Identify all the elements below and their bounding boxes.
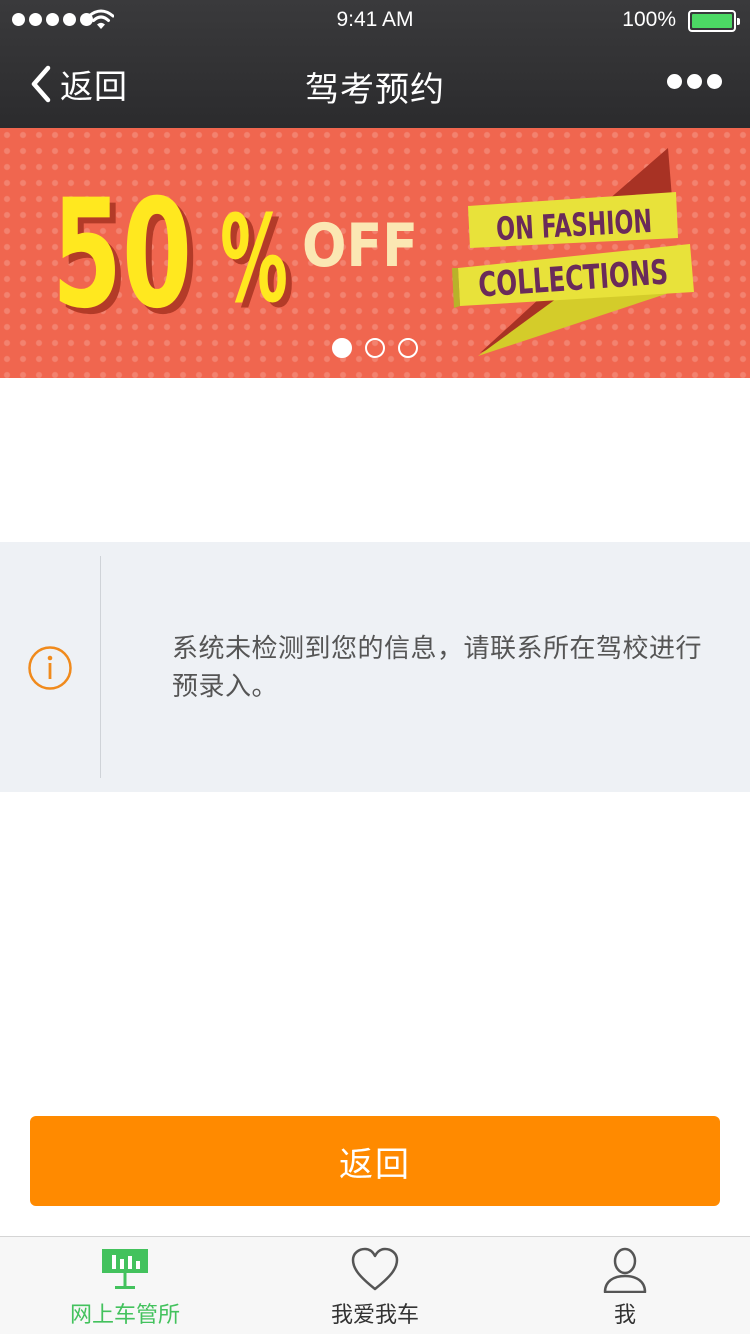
banner-number: 50 — [52, 168, 192, 342]
station-icon — [102, 1249, 148, 1289]
tab-me[interactable]: 我 — [500, 1237, 750, 1334]
battery-icon — [688, 10, 740, 32]
battery-percent: 100% — [622, 8, 676, 31]
carousel-dot[interactable] — [398, 338, 418, 358]
promo-banner[interactable]: 50 50 % % OFF ON FASHION COLLECTIONS — [0, 128, 750, 378]
tab-label: 网上车管所 — [69, 1303, 180, 1328]
heart-icon — [351, 1247, 399, 1291]
return-button[interactable]: 返回 — [30, 1116, 720, 1206]
info-notice: 系统未检测到您的信息，请联系所在驾校进行预录入。 — [0, 542, 750, 792]
carousel-dot[interactable] — [365, 338, 385, 358]
banner-off: OFF — [302, 211, 418, 281]
more-dot — [667, 74, 682, 89]
banner-percent: % — [220, 191, 288, 330]
top-bar: 9:41 AM 100% 返回 驾考预约 — [0, 0, 750, 128]
tab-label: 我 — [613, 1303, 636, 1328]
ribbon-line-1: ON FASHION — [495, 202, 653, 248]
tab-label: 我爱我车 — [330, 1303, 419, 1328]
more-dot — [687, 74, 702, 89]
more-dot — [707, 74, 722, 89]
info-icon — [28, 646, 72, 690]
tab-my-car[interactable]: 我爱我车 — [250, 1237, 500, 1334]
status-bar: 9:41 AM 100% — [0, 0, 750, 40]
notice-divider — [100, 556, 101, 778]
tab-bar: 网上车管所 我爱我车 我 — [0, 1236, 750, 1334]
user-icon — [603, 1247, 647, 1293]
more-button[interactable] — [667, 74, 722, 89]
navigation-bar: 返回 驾考预约 — [0, 40, 750, 128]
carousel-dot[interactable] — [332, 338, 352, 358]
carousel-indicator — [0, 338, 750, 358]
page-title: 驾考预约 — [305, 70, 445, 110]
notice-message: 系统未检测到您的信息，请联系所在驾校进行预录入。 — [172, 634, 703, 702]
tab-vehicle-office[interactable]: 网上车管所 — [0, 1237, 250, 1334]
